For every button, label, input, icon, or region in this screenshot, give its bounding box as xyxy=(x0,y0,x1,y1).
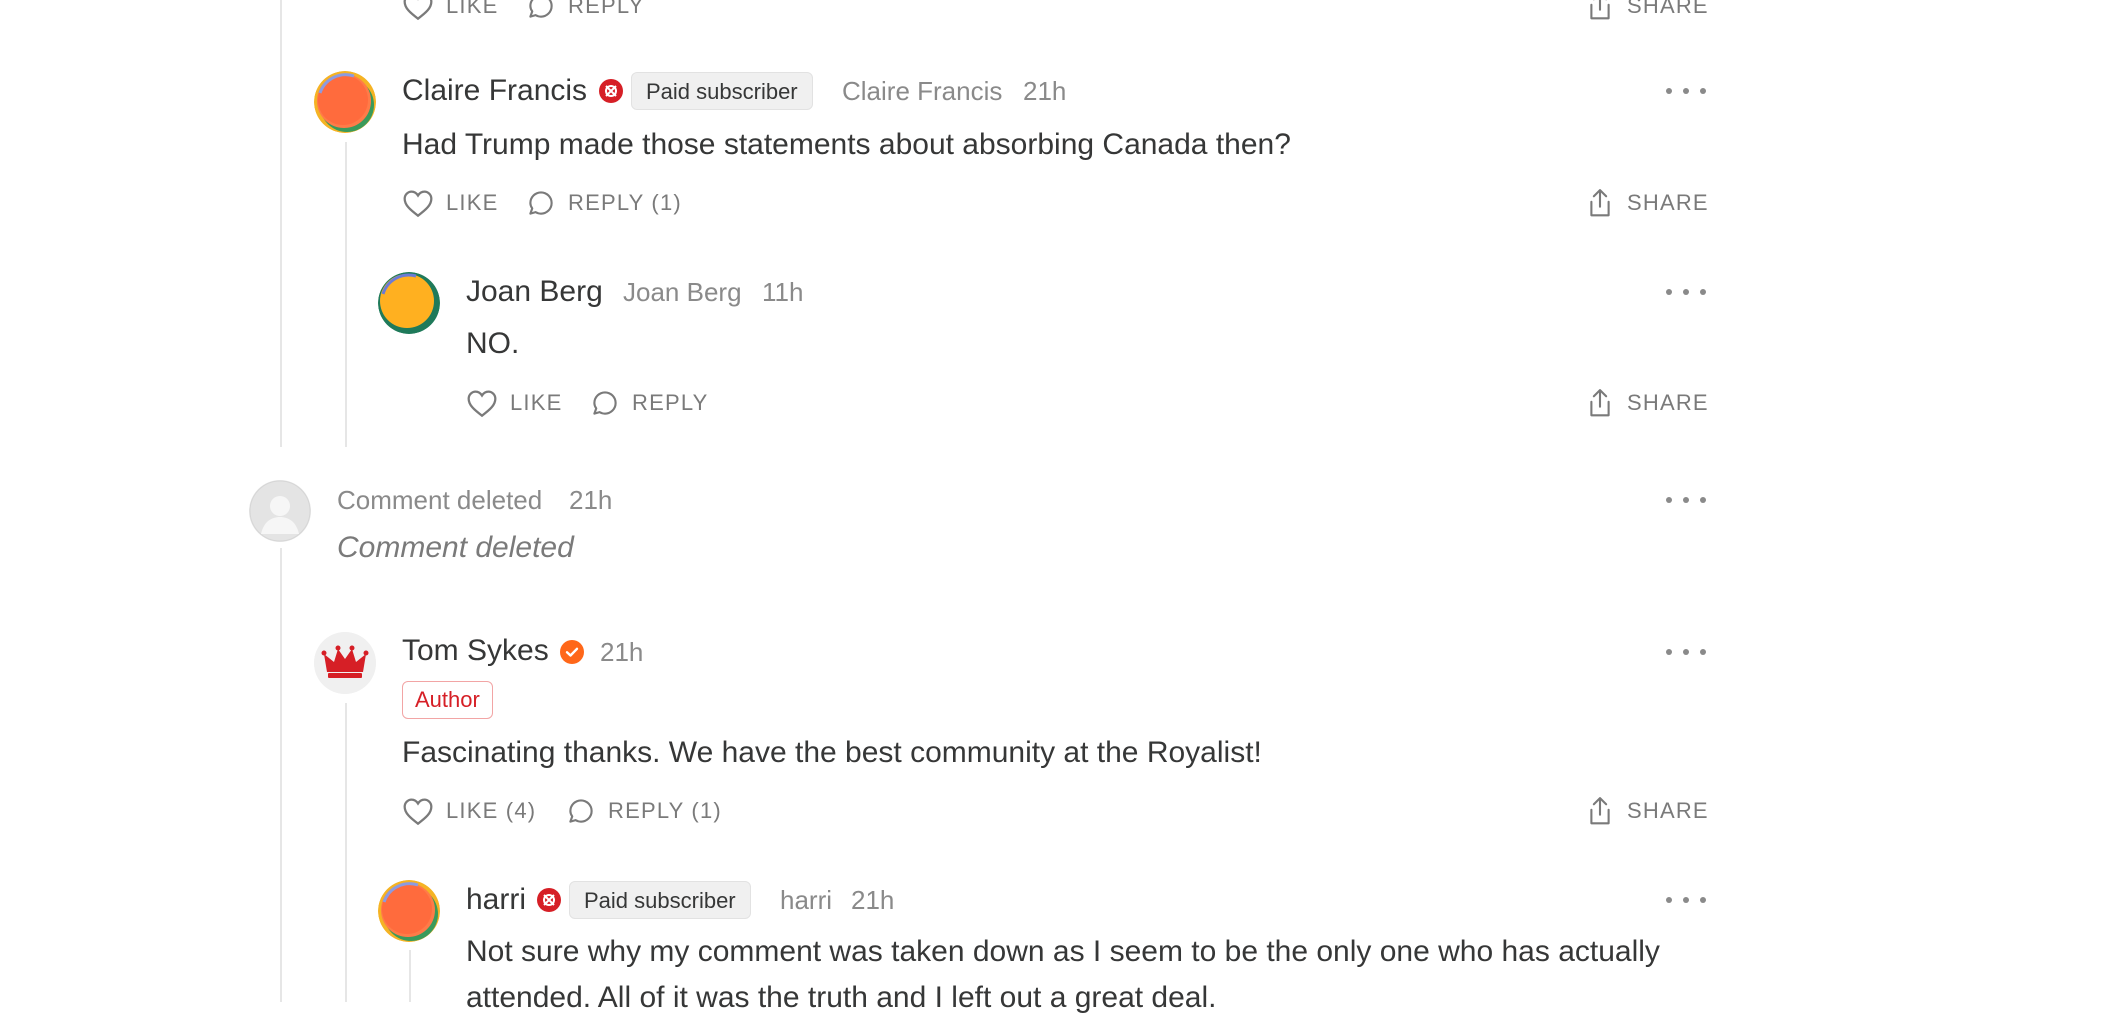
more-options-button[interactable] xyxy=(1666,81,1706,101)
user-placeholder-icon xyxy=(249,480,311,542)
deleted-comment-header: Comment deleted xyxy=(337,485,543,515)
reply-label: REPLY (1) xyxy=(568,190,682,215)
like-button[interactable]: LIKE xyxy=(402,0,499,24)
comment-timestamp[interactable]: 11h xyxy=(762,274,803,310)
comment-body-line-1: Not sure why my comment was taken down a… xyxy=(466,935,1660,968)
reply-button[interactable]: REPLY (1) xyxy=(526,185,682,221)
share-icon xyxy=(1590,189,1610,217)
comment-timestamp[interactable]: 21h xyxy=(569,482,612,518)
reply-button[interactable]: REPLY (1) xyxy=(566,793,722,829)
share-button[interactable]: SHARE xyxy=(1585,185,1709,221)
share-icon xyxy=(1590,389,1610,417)
comment-icon xyxy=(569,799,593,823)
heart-icon xyxy=(403,190,433,218)
reply-label: REPLY xyxy=(632,390,709,415)
author-badge: Author xyxy=(402,681,493,719)
like-button[interactable]: LIKE xyxy=(466,385,563,421)
like-button[interactable]: LIKE (4) xyxy=(402,793,536,829)
more-options-button[interactable] xyxy=(1666,490,1706,510)
share-label: SHARE xyxy=(1627,390,1709,415)
deleted-comment-body: Comment deleted xyxy=(337,531,574,564)
comment-handle[interactable]: Claire Francis xyxy=(842,73,1002,109)
avatar[interactable] xyxy=(378,272,440,334)
comment-timestamp[interactable]: 21h xyxy=(1023,73,1066,109)
heart-icon xyxy=(403,0,433,21)
comment-handle[interactable]: harri xyxy=(780,882,832,918)
like-label: LIKE (4) xyxy=(446,798,537,823)
comment-timestamp[interactable]: 21h xyxy=(600,634,643,670)
reply-button[interactable]: REPLY xyxy=(590,385,709,421)
comment-handle[interactable]: Joan Berg xyxy=(623,274,742,310)
thread-line-deleted xyxy=(280,548,282,1002)
subscriber-badge-icon xyxy=(599,79,623,103)
avatar xyxy=(249,480,311,542)
comment-author-name[interactable]: Tom Sykes xyxy=(402,633,549,669)
more-options-button[interactable] xyxy=(1666,642,1706,662)
like-button[interactable]: LIKE xyxy=(402,185,499,221)
share-label: SHARE xyxy=(1627,798,1709,823)
comment-icon xyxy=(529,0,553,18)
comment-body: NO. xyxy=(466,327,520,360)
comment-icon xyxy=(529,191,553,215)
verified-check-icon xyxy=(560,640,584,664)
reply-label: REPLY xyxy=(568,0,645,18)
avatar[interactable] xyxy=(378,880,440,942)
more-options-button[interactable] xyxy=(1666,890,1706,910)
avatar[interactable] xyxy=(314,71,376,133)
heart-icon xyxy=(403,798,433,826)
paid-subscriber-badge: Paid subscriber xyxy=(631,72,813,110)
comment-icon xyxy=(593,391,617,415)
like-label: LIKE xyxy=(446,190,499,215)
avatar[interactable] xyxy=(314,632,376,694)
comment-author-name[interactable]: Claire Francis xyxy=(402,73,587,109)
more-options-button[interactable] xyxy=(1666,282,1706,302)
share-label: SHARE xyxy=(1627,0,1709,18)
share-icon xyxy=(1590,797,1610,825)
thread-line-harri xyxy=(409,950,411,1002)
reply-label: REPLY (1) xyxy=(608,798,722,823)
heart-icon xyxy=(467,390,497,418)
comment-author-name[interactable]: Joan Berg xyxy=(466,274,603,310)
reply-button[interactable]: REPLY xyxy=(526,0,645,24)
like-label: LIKE xyxy=(510,390,563,415)
like-label: LIKE xyxy=(446,0,499,18)
subscriber-badge-icon xyxy=(537,888,561,912)
thread-line-outer xyxy=(280,0,282,447)
share-button[interactable]: SHARE xyxy=(1585,0,1709,24)
paid-subscriber-badge: Paid subscriber xyxy=(569,881,751,919)
thread-line-tom xyxy=(345,703,347,1002)
comment-body: Had Trump made those statements about ab… xyxy=(402,128,1291,161)
comment-body-line-2: attended. All of it was the truth and I … xyxy=(466,981,1217,1014)
comment-body: Fascinating thanks. We have the best com… xyxy=(402,736,1262,769)
comment-timestamp[interactable]: 21h xyxy=(851,882,894,918)
share-button[interactable]: SHARE xyxy=(1585,385,1709,421)
share-button[interactable]: SHARE xyxy=(1585,793,1709,829)
share-icon xyxy=(1590,0,1610,20)
crown-icon xyxy=(314,632,376,694)
thread-line-claire xyxy=(345,142,347,447)
share-label: SHARE xyxy=(1627,190,1709,215)
comment-author-name[interactable]: harri xyxy=(466,882,526,918)
